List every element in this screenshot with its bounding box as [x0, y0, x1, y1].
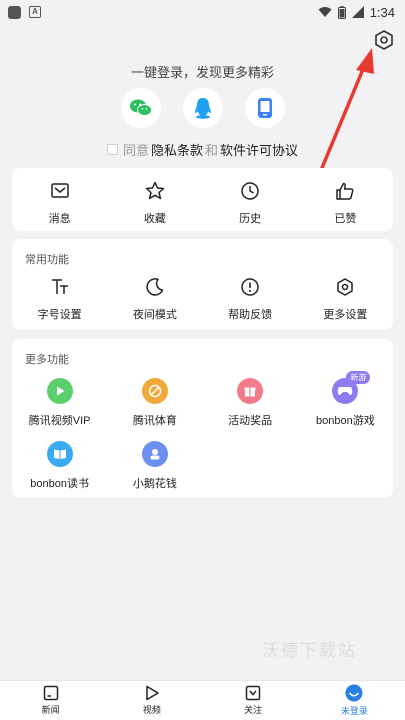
follow-icon — [245, 685, 261, 701]
moon-icon — [146, 278, 164, 296]
wifi-icon — [318, 7, 332, 17]
new-game-badge: 新游 — [346, 371, 371, 384]
wechat-icon — [129, 99, 152, 116]
user-avatar-icon — [345, 684, 363, 702]
message-icon — [50, 183, 69, 198]
function-label: 小鹅花钱 — [132, 478, 177, 490]
common-functions-card: 常用功能 字号设置 夜间模式 帮助反馈 更多设置 — [12, 239, 393, 330]
login-methods — [0, 88, 405, 128]
agreement: 同意 隐私条款 和 软件许可协议 — [0, 140, 405, 159]
quick-action-label: 收藏 — [143, 213, 166, 225]
quick-action-label: 已赞 — [334, 213, 357, 225]
signal-icon — [351, 6, 364, 18]
activity-prizes[interactable]: 活动奖品 — [203, 378, 298, 428]
settings-button[interactable] — [372, 28, 396, 52]
function-label: bonbon游戏 — [316, 415, 375, 427]
tab-news[interactable]: 新闻 — [0, 681, 101, 720]
wechat-login-button[interactable] — [120, 88, 161, 128]
font-size-icon — [51, 279, 68, 294]
agreement-and: 和 — [205, 143, 219, 158]
help-icon — [241, 278, 259, 296]
quick-action-liked[interactable]: 已赞 — [298, 180, 393, 226]
night-mode[interactable]: 夜间模式 — [107, 276, 202, 322]
notification-a-icon: A — [29, 6, 41, 18]
game-controller-icon: 新游 — [332, 371, 371, 404]
more-functions-card: 更多功能 腾讯视频VIP 腾讯体育 活动奖品 新游 bonbon游戏 bonbo… — [12, 339, 393, 498]
tab-label: 关注 — [244, 705, 263, 715]
section-title: 更多功能 — [25, 354, 69, 366]
video-play-icon — [46, 378, 73, 404]
qq-icon — [194, 98, 211, 119]
tab-profile[interactable]: 未登录 — [304, 681, 405, 720]
function-label: 腾讯体育 — [132, 415, 177, 427]
tab-video[interactable]: 视频 — [101, 681, 202, 720]
tab-label: 新闻 — [41, 705, 60, 715]
book-icon — [46, 441, 73, 467]
phone-icon — [257, 98, 272, 118]
xiaoe-spending[interactable]: 小鹅花钱 — [107, 441, 202, 491]
font-size-setting[interactable]: 字号设置 — [12, 276, 107, 322]
gift-icon — [237, 378, 264, 404]
wallet-icon — [141, 441, 168, 467]
clock-icon — [241, 182, 259, 200]
function-label: 夜间模式 — [132, 309, 177, 321]
quick-actions-card: 消息 收藏 历史 已赞 — [12, 168, 393, 231]
gear-hexagon-icon — [375, 30, 393, 50]
phone-login-button[interactable] — [244, 88, 285, 128]
bottom-tab-bar: 新闻 视频 关注 未登录 — [0, 680, 405, 720]
tab-label: 未登录 — [340, 706, 368, 716]
help-feedback[interactable]: 帮助反馈 — [203, 276, 298, 322]
agreement-prefix: 同意 — [122, 143, 149, 158]
function-label: 更多设置 — [323, 309, 368, 321]
login-prompt: 一键登录，发现更多精彩 — [130, 65, 274, 80]
quick-action-messages[interactable]: 消息 — [12, 180, 107, 226]
settings-icon — [337, 278, 354, 296]
tab-label: 视频 — [142, 705, 161, 715]
watermark: 沃德下载站 — [262, 641, 357, 660]
quick-action-history[interactable]: 历史 — [203, 180, 298, 226]
function-label: 活动奖品 — [228, 415, 273, 427]
bonbon-games[interactable]: 新游 bonbon游戏 — [298, 371, 393, 428]
section-title: 常用功能 — [25, 254, 69, 266]
status-bar: A 1:34 — [0, 0, 405, 24]
tab-follow[interactable]: 关注 — [203, 681, 304, 720]
notification-app-icon — [8, 5, 21, 19]
function-label: 帮助反馈 — [228, 309, 273, 321]
function-label: 腾讯视频VIP — [28, 415, 91, 427]
bonbon-reading[interactable]: bonbon读书 — [12, 441, 107, 491]
tencent-sports[interactable]: 腾讯体育 — [107, 378, 202, 428]
news-icon — [43, 685, 58, 701]
quick-action-favorites[interactable]: 收藏 — [107, 180, 202, 226]
agreement-checkbox[interactable] — [106, 144, 118, 155]
function-label: bonbon读书 — [30, 478, 89, 490]
star-icon — [145, 181, 165, 200]
video-icon — [146, 685, 159, 701]
clock-time: 1:34 — [369, 4, 395, 20]
function-label: 字号设置 — [37, 309, 82, 321]
license-link[interactable]: 软件许可协议 — [220, 140, 298, 159]
quick-action-label: 历史 — [239, 213, 262, 225]
qq-login-button[interactable] — [182, 88, 223, 128]
thumbs-up-icon — [336, 182, 354, 200]
battery-icon — [337, 5, 346, 19]
sports-icon — [141, 378, 168, 404]
more-settings[interactable]: 更多设置 — [298, 276, 393, 322]
quick-action-label: 消息 — [48, 213, 71, 225]
tencent-video-vip[interactable]: 腾讯视频VIP — [12, 378, 107, 428]
privacy-link[interactable]: 隐私条款 — [151, 140, 203, 159]
